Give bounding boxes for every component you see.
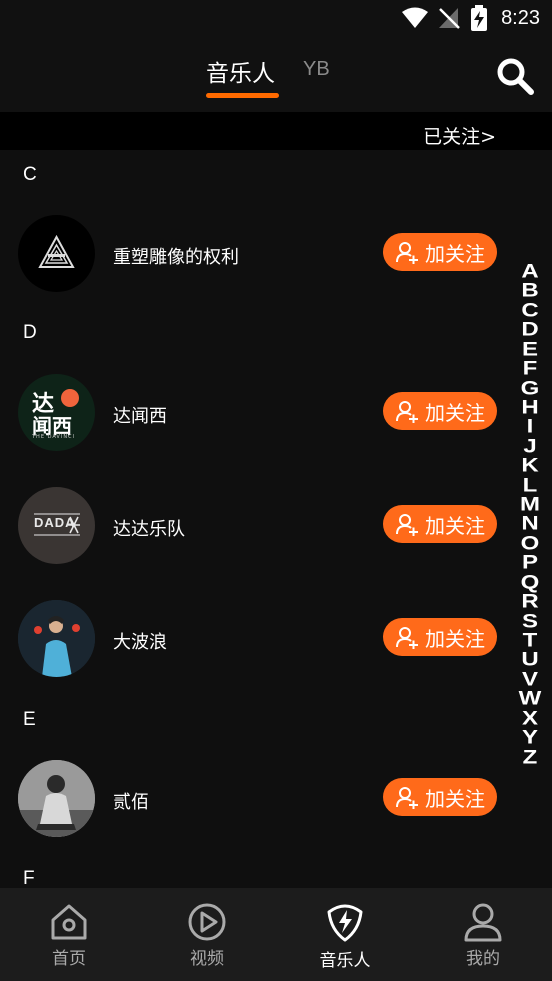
index-letter-r[interactable]: R — [521, 592, 538, 612]
index-letter-z[interactable]: Z — [523, 747, 538, 767]
index-letter-w[interactable]: W — [519, 689, 542, 709]
artist-photo — [18, 760, 95, 837]
avatar — [18, 600, 95, 677]
clock: 8:23 — [501, 7, 540, 29]
artist-name: 重塑雕像的权利 — [113, 247, 239, 268]
add-user-icon — [396, 242, 418, 264]
index-letter-y[interactable]: Y — [522, 728, 538, 748]
follow-label: 加关注 — [425, 241, 485, 266]
follow-button[interactable]: 加关注 — [383, 392, 497, 430]
list-item[interactable]: 达 闻西 THE DAVINCI 达闻西 加关注 — [0, 374, 552, 454]
tab-musicians[interactable]: 音乐人 — [206, 54, 275, 88]
artist-name: 大波浪 — [113, 632, 167, 653]
artist-name: 达闻西 — [113, 406, 167, 427]
follow-label: 加关注 — [425, 786, 485, 811]
follow-button[interactable]: 加关注 — [383, 778, 497, 816]
avatar: 达 闻西 THE DAVINCI — [18, 374, 95, 451]
search-icon[interactable] — [495, 56, 535, 96]
bottom-nav: 首页 视频 音乐人 我的 — [0, 888, 552, 981]
add-user-icon — [396, 401, 418, 423]
active-tab-indicator — [206, 93, 279, 98]
lightning-pick-icon — [327, 904, 363, 942]
artist-photo — [18, 600, 95, 677]
index-letter-k[interactable]: K — [521, 456, 538, 476]
index-letter-a[interactable]: A — [521, 262, 538, 282]
follow-button[interactable]: 加关注 — [383, 233, 497, 271]
index-letter-u[interactable]: U — [521, 650, 538, 670]
user-icon — [464, 903, 502, 942]
index-letter-c[interactable]: C — [521, 301, 538, 321]
nav-label: 首页 — [52, 949, 86, 969]
index-letter-m[interactable]: M — [520, 495, 540, 515]
index-letter-l[interactable]: L — [523, 475, 538, 495]
index-letter-p[interactable]: P — [522, 553, 538, 573]
index-letter-h[interactable]: H — [521, 398, 538, 418]
index-letter-x[interactable]: X — [522, 708, 538, 728]
wifi-icon — [402, 7, 428, 28]
add-user-icon — [396, 514, 418, 536]
follow-label: 加关注 — [425, 400, 485, 425]
follow-button[interactable]: 加关注 — [383, 505, 497, 543]
nav-item-musicians[interactable]: 音乐人 — [276, 888, 414, 981]
artist-name: 达达乐队 — [113, 519, 185, 540]
triangle-logo-icon — [38, 234, 75, 268]
followed-bar: 已关注> — [0, 112, 552, 150]
avatar-logo-dot — [61, 389, 79, 407]
avatar: DADA — [18, 487, 95, 564]
avatar — [18, 760, 95, 837]
nav-label: 音乐人 — [319, 951, 371, 971]
nav-item-home[interactable]: 首页 — [0, 888, 138, 981]
follow-label: 加关注 — [425, 513, 485, 538]
index-letter-t[interactable]: T — [523, 631, 538, 651]
index-letter-q[interactable]: Q — [521, 572, 540, 592]
list-item[interactable]: DADA 达达乐队 加关注 — [0, 487, 552, 567]
dada-mark-icon — [34, 513, 80, 536]
nav-item-profile[interactable]: 我的 — [414, 888, 552, 981]
video-play-icon — [188, 903, 226, 941]
section-letter: C — [23, 164, 37, 185]
avatar — [18, 215, 95, 292]
index-letter-g[interactable]: G — [521, 378, 540, 398]
follow-button[interactable]: 加关注 — [383, 618, 497, 656]
home-icon — [51, 904, 87, 940]
alphabet-index[interactable]: ABCDEFGHIJKLMNOPQRSTUVWXYZ — [516, 262, 544, 767]
nav-item-video[interactable]: 视频 — [138, 888, 276, 981]
list-item[interactable]: 大波浪 加关注 — [0, 600, 552, 680]
avatar-logo-text: THE DAVINCI — [32, 434, 76, 440]
followed-link[interactable]: 已关注> — [423, 122, 496, 149]
list-item[interactable]: 重塑雕像的权利 加关注 — [0, 215, 552, 295]
add-user-icon — [396, 787, 418, 809]
section-letter: E — [23, 709, 36, 730]
index-letter-v[interactable]: V — [522, 670, 538, 690]
nav-label: 视频 — [190, 949, 224, 969]
add-user-icon — [396, 627, 418, 649]
index-letter-e[interactable]: E — [522, 339, 538, 359]
tab-yb[interactable]: YB — [303, 58, 330, 81]
section-letter: F — [23, 868, 35, 888]
index-letter-d[interactable]: D — [521, 320, 538, 340]
top-tab-bar: 音乐人 YB — [0, 38, 552, 112]
follow-label: 加关注 — [425, 626, 485, 651]
artist-list[interactable]: C 重塑雕像的权利 加关注 D 达 闻西 THE DAVINCI 达闻西 加关注… — [0, 150, 552, 888]
index-letter-b[interactable]: B — [521, 281, 538, 301]
status-bar: 8:23 — [0, 0, 552, 38]
index-letter-j[interactable]: J — [523, 437, 536, 457]
artist-name: 贰佰 — [113, 792, 149, 813]
list-item[interactable]: 贰佰 加关注 — [0, 760, 552, 840]
nav-label: 我的 — [466, 949, 500, 969]
index-letter-s[interactable]: S — [522, 611, 538, 631]
section-letter: D — [23, 322, 37, 343]
no-signal-icon — [439, 8, 460, 29]
index-letter-n[interactable]: N — [521, 514, 538, 534]
index-letter-i[interactable]: I — [527, 417, 534, 437]
index-letter-o[interactable]: O — [521, 534, 540, 554]
index-letter-f[interactable]: F — [523, 359, 538, 379]
battery-charging-icon — [471, 5, 487, 31]
